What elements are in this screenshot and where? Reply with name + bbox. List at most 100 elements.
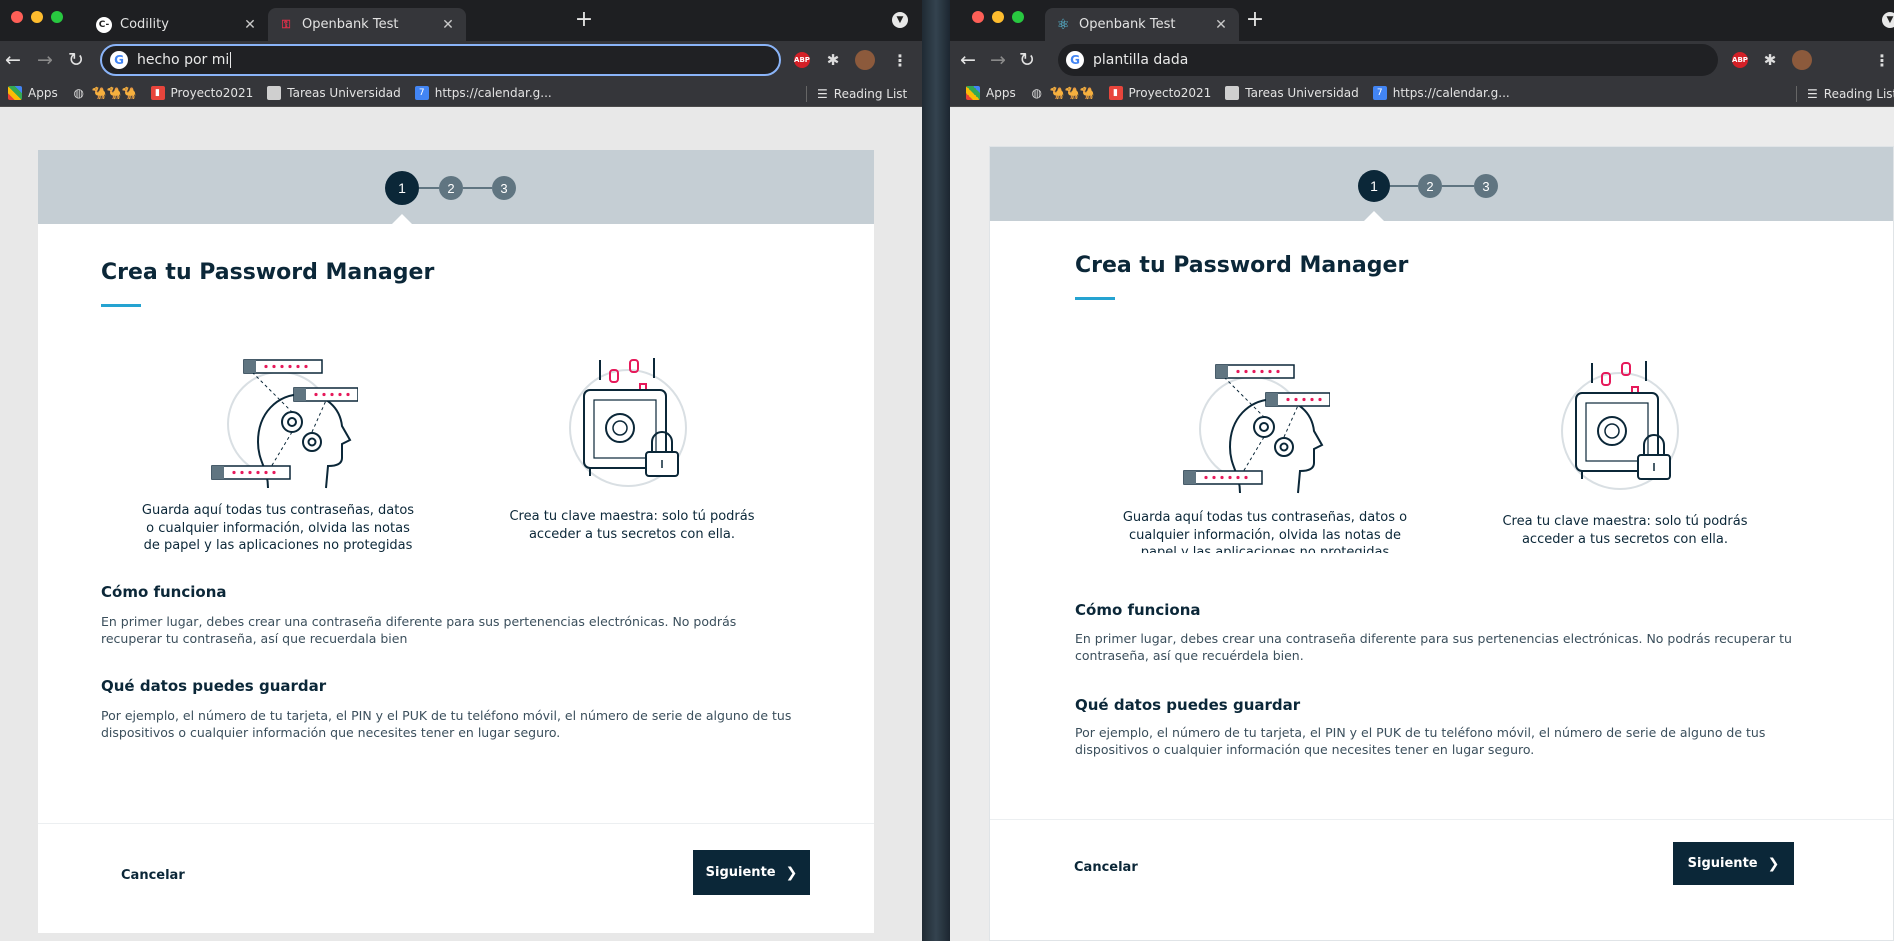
bookmark-camels[interactable]: ◍ 🐪🐪🐪 — [1030, 85, 1095, 100]
step-3: 3 — [1474, 174, 1498, 198]
calendar-icon: 7 — [1372, 85, 1387, 100]
reload-icon[interactable]: ↻ — [63, 47, 89, 73]
how-it-works-heading: Cómo funciona — [101, 583, 227, 601]
safe-lock-illustration — [1561, 361, 1679, 490]
how-it-works-text: En primer lugar, debes crear una contras… — [101, 614, 737, 646]
forward-icon[interactable]: → — [985, 47, 1011, 73]
bookmark-apps[interactable]: Apps — [966, 85, 1016, 100]
close-window-button[interactable] — [11, 11, 23, 23]
address-bar[interactable]: G plantilla dada — [1058, 44, 1718, 76]
step-2: 2 — [1418, 174, 1442, 198]
bookmark-camels[interactable]: ◍ 🐪🐪🐪 — [72, 85, 136, 100]
address-text[interactable]: hecho por mi — [137, 52, 229, 68]
bookmark-apps[interactable]: Apps — [8, 85, 58, 100]
bookmark-tareas-universidad[interactable]: Tareas Universidad — [267, 85, 401, 100]
address-text[interactable]: plantilla dada — [1093, 52, 1188, 68]
google-icon: G — [110, 51, 128, 69]
wizard-card: 1 2 3 Crea tu Password Manager Guarda aq… — [989, 146, 1894, 941]
adblock-plus-icon[interactable]: ABP — [1732, 52, 1748, 68]
address-bar[interactable]: G hecho por mi — [100, 44, 781, 76]
step-connector — [419, 187, 439, 189]
page-viewport: 1 2 3 Crea tu Password Manager Guarda aq… — [950, 108, 1894, 941]
feature-caption-passwords: Guarda aquí todas tus contraseñas, datos… — [1122, 510, 1408, 553]
bookmark-label: Proyecto2021 — [170, 85, 254, 100]
cancel-button[interactable]: Cancelar — [121, 868, 185, 883]
password-vault-head-illustration — [211, 359, 358, 489]
browser-toolbar: ← → ↻ G plantilla dada ABP ✱ ⋮ — [950, 41, 1894, 79]
step-1: 1 — [385, 171, 419, 205]
cancel-button[interactable]: Cancelar — [1074, 860, 1138, 875]
separator — [806, 86, 807, 102]
browser-toolbar: ← → ↻ G hecho por mi ABP ✱ ⋮ — [0, 41, 922, 79]
safe-lock-illustration — [569, 358, 687, 487]
what-data-heading: Qué datos puedes guardar — [101, 677, 327, 695]
feature-caption-master-key: Crea tu clave maestra: solo tú podrás ac… — [1502, 514, 1748, 547]
extensions-icon[interactable]: ✱ — [825, 51, 841, 69]
bookmark-label: 🐪🐪🐪 — [1049, 85, 1095, 100]
what-data-text: Por ejemplo, el número de tu tarjeta, el… — [101, 708, 792, 740]
reload-icon[interactable]: ↻ — [1014, 47, 1040, 73]
apps-grid-icon — [966, 85, 980, 100]
next-label: Siguiente — [1687, 856, 1758, 871]
next-label: Siguiente — [705, 865, 776, 880]
chevron-right-icon: ❯ — [785, 864, 798, 881]
profile-avatar[interactable] — [855, 50, 875, 70]
step-pointer — [1364, 211, 1384, 221]
tab-openbank-test[interactable]: ⚿ Openbank Test ✕ — [268, 8, 466, 41]
stepper: 1 2 3 — [1358, 170, 1498, 202]
tab-search-icon[interactable]: ▼ — [1882, 12, 1894, 28]
feature-caption-master-key: Crea tu clave maestra: solo tú podrás ac… — [509, 509, 755, 542]
bookmark-proyecto2021[interactable]: ▮ Proyecto2021 — [1108, 85, 1211, 100]
adblock-plus-icon[interactable]: ABP — [794, 52, 810, 68]
folder-icon: ▮ — [1108, 85, 1123, 100]
back-icon[interactable]: ← — [955, 47, 981, 73]
bookmark-proyecto2021[interactable]: ▮ Proyecto2021 — [150, 85, 254, 100]
title-underline — [101, 304, 141, 307]
profile-avatar[interactable] — [1792, 50, 1812, 70]
wizard-card: 1 2 3 Crea tu Password Manager Guarda aq… — [38, 150, 874, 933]
next-button[interactable]: Siguiente ❯ — [1673, 842, 1794, 885]
window-controls — [11, 11, 63, 23]
what-data-heading: Qué datos puedes guardar — [1075, 696, 1301, 714]
text-cursor — [230, 52, 232, 68]
next-button[interactable]: Siguiente ❯ — [693, 850, 810, 895]
bookmark-calendar[interactable]: 7 https://calendar.g... — [414, 85, 552, 100]
new-tab-button[interactable]: + — [571, 9, 597, 33]
bookmark-tareas-universidad[interactable]: Tareas Universidad — [1225, 85, 1359, 100]
forward-icon[interactable]: → — [32, 47, 58, 73]
browser-window-right: ⚛ Openbank Test ✕ + ▼ ← → ↻ G plantilla … — [950, 0, 1894, 941]
adblock-plus-label: ABP — [1732, 56, 1748, 64]
reading-list[interactable]: ☰ Reading List — [806, 86, 907, 102]
tab-search-icon[interactable]: ▼ — [892, 12, 908, 28]
globe-icon: ◍ — [73, 85, 84, 100]
tab-strip: ⚛ Openbank Test ✕ + ▼ — [950, 0, 1894, 41]
reading-list[interactable]: ☰ Reading List — [1796, 86, 1894, 102]
tab-title: Openbank Test — [302, 17, 399, 32]
minimize-window-button[interactable] — [31, 11, 43, 23]
close-tab-icon[interactable]: ✕ — [242, 17, 258, 33]
step-connector — [1442, 185, 1474, 187]
browser-menu-icon[interactable]: ⋮ — [1874, 51, 1890, 70]
reading-list-label: Reading List — [1823, 87, 1894, 101]
zoom-window-button[interactable] — [51, 11, 63, 23]
back-icon[interactable]: ← — [0, 47, 26, 73]
minimize-window-button[interactable] — [992, 11, 1004, 23]
bookmark-label: https://calendar.g... — [434, 85, 552, 100]
close-tab-icon[interactable]: ✕ — [440, 17, 456, 33]
extensions-icon[interactable]: ✱ — [1762, 51, 1778, 69]
new-tab-button[interactable]: + — [1242, 9, 1268, 33]
tab-codility[interactable]: C- Codility ✕ — [86, 8, 268, 41]
bookmark-calendar[interactable]: 7 https://calendar.g... — [1372, 85, 1510, 100]
page-viewport: 1 2 3 Crea tu Password Manager Guarda aq… — [0, 108, 922, 941]
bookmarks-bar: Apps ◍ 🐪🐪🐪 ▮ Proyecto2021 Tareas Universid… — [950, 79, 1894, 107]
google-icon: G — [1066, 51, 1084, 69]
browser-menu-icon[interactable]: ⋮ — [892, 51, 908, 70]
zoom-window-button[interactable] — [1012, 11, 1024, 23]
desktop-wallpaper-strip — [922, 0, 950, 941]
tab-strip: C- Codility ✕ ⚿ Openbank Test ✕ + ▼ — [0, 0, 922, 41]
step-connector — [1390, 185, 1418, 187]
close-window-button[interactable] — [972, 11, 984, 23]
tab-openbank-test[interactable]: ⚛ Openbank Test ✕ — [1045, 8, 1239, 41]
folder-icon — [1225, 85, 1240, 100]
close-tab-icon[interactable]: ✕ — [1213, 17, 1229, 33]
